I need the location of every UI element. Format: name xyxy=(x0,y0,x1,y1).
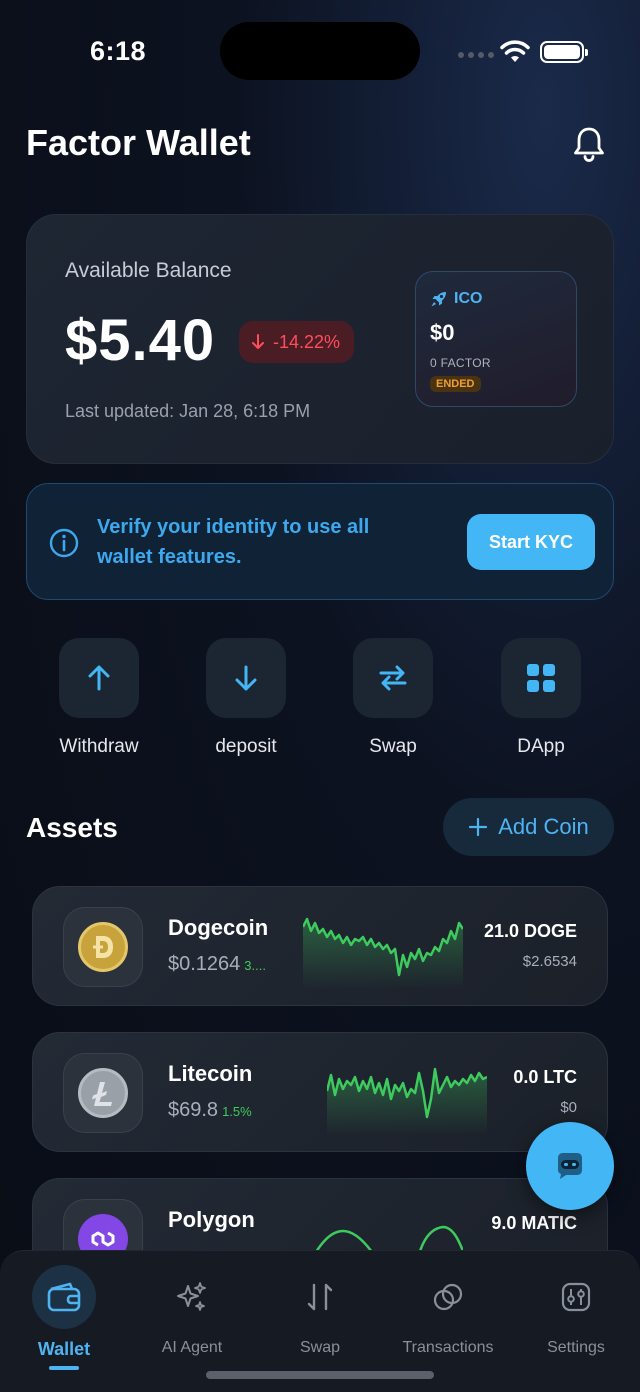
nav-icon-wrap xyxy=(544,1265,608,1329)
nav-item-ai-agent[interactable]: AI Agent xyxy=(128,1265,256,1357)
deposit-button[interactable] xyxy=(206,638,286,718)
nav-icon-wrap xyxy=(416,1265,480,1329)
withdraw-label: Withdraw xyxy=(59,736,139,757)
dynamic-island xyxy=(220,22,420,80)
settings-sliders-icon xyxy=(561,1282,591,1312)
asset-icon-wrap xyxy=(63,1199,143,1250)
nav-label: Settings xyxy=(547,1339,605,1356)
cellular-signal-icon xyxy=(458,52,494,58)
litecoin-icon xyxy=(78,1068,128,1118)
price-sparkline xyxy=(327,1067,487,1135)
nav-item-settings[interactable]: Settings xyxy=(512,1265,640,1357)
nav-item-swap[interactable]: Swap xyxy=(256,1265,384,1357)
add-coin-label: Add Coin xyxy=(498,814,589,839)
last-updated: Last updated: Jan 28, 6:18 PM xyxy=(65,401,311,421)
arrow-down-icon xyxy=(252,334,264,349)
nav-label: Wallet xyxy=(37,1339,91,1359)
arrow-down-icon xyxy=(235,665,257,691)
wallet-icon xyxy=(47,1282,81,1312)
price-sparkline xyxy=(303,917,463,989)
deposit-label: deposit xyxy=(215,736,277,757)
ico-factor: 0 FACTOR xyxy=(430,356,491,370)
notification-bell-icon[interactable] xyxy=(572,126,606,162)
asset-card-litecoin[interactable]: Litecoin $69.8 1.5% 0.0 LTC $0 xyxy=(32,1032,608,1152)
ico-card[interactable]: ICO $0 0 FACTOR ENDED xyxy=(415,271,577,407)
swap-action[interactable]: Swap xyxy=(333,638,453,758)
chat-bot-icon xyxy=(558,1153,582,1179)
balance-label: Available Balance xyxy=(65,259,232,282)
asset-amount: 9.0 MATIC xyxy=(491,1213,577,1233)
asset-icon-wrap xyxy=(63,907,143,987)
ico-status-badge: ENDED xyxy=(430,376,481,392)
nav-item-transactions[interactable]: Transactions xyxy=(384,1265,512,1357)
home-indicator xyxy=(206,1371,434,1379)
dapp-action[interactable]: DApp xyxy=(481,638,601,758)
asset-change: 1.5% xyxy=(222,1104,252,1119)
swap-vertical-icon xyxy=(307,1283,333,1311)
assets-title: Assets xyxy=(26,812,118,843)
asset-icon-wrap xyxy=(63,1053,143,1133)
asset-name: Polygon xyxy=(168,1207,255,1232)
asset-amount: 0.0 LTC xyxy=(513,1067,577,1087)
kyc-banner: Verify your identity to use all wallet f… xyxy=(26,483,614,600)
ico-label: ICO xyxy=(454,290,483,307)
dogecoin-icon xyxy=(78,922,128,972)
asset-card-polygon[interactable]: Polygon 9.0 MATIC xyxy=(32,1178,608,1250)
plus-icon xyxy=(469,817,488,837)
asset-card-dogecoin[interactable]: Dogecoin $0.1264 3.... 21.0 DOGE $2.6534 xyxy=(32,886,608,1006)
rocket-icon xyxy=(431,292,446,307)
coins-icon xyxy=(433,1283,463,1311)
nav-icon-wrap xyxy=(288,1265,352,1329)
balance-card: Available Balance $5.40 -14.22% Last upd… xyxy=(26,214,614,464)
arrow-up-icon xyxy=(88,665,110,691)
info-icon xyxy=(49,528,79,558)
asset-name: Dogecoin xyxy=(168,915,269,940)
page-title: Factor Wallet xyxy=(26,122,251,163)
bottom-nav: Wallet AI Agent Swap Transactions Settin… xyxy=(0,1250,640,1392)
asset-price-value: $69.8 xyxy=(168,1099,219,1121)
asset-change: 3.... xyxy=(244,958,266,973)
withdraw-action[interactable]: Withdraw xyxy=(39,638,159,758)
asset-price-value: $0.1264 xyxy=(168,953,241,975)
dapp-label: DApp xyxy=(517,736,565,757)
wifi-icon xyxy=(500,40,530,62)
dapp-button[interactable] xyxy=(501,638,581,718)
asset-value: $2.6534 xyxy=(522,953,577,970)
sparkles-icon xyxy=(177,1282,206,1311)
withdraw-button[interactable] xyxy=(59,638,139,718)
add-coin-button[interactable]: Add Coin xyxy=(443,798,614,856)
nav-icon-wrap xyxy=(32,1265,96,1329)
active-tab-indicator xyxy=(49,1366,79,1370)
nav-icon-wrap xyxy=(160,1265,224,1329)
balance-change-badge: -14.22% xyxy=(239,321,355,363)
ai-chat-button[interactable] xyxy=(526,1122,614,1210)
asset-value: $0 xyxy=(560,1099,577,1116)
nav-item-wallet[interactable]: Wallet xyxy=(0,1265,128,1370)
start-kyc-button[interactable]: Start KYC xyxy=(467,514,595,570)
swap-label: Swap xyxy=(369,736,417,757)
nav-label: AI Agent xyxy=(161,1339,223,1356)
kyc-message: Verify your identity to use all wallet f… xyxy=(97,516,370,568)
ico-header: ICO xyxy=(430,290,482,308)
deposit-action[interactable]: deposit xyxy=(186,638,306,758)
swap-icon xyxy=(379,665,407,691)
status-bar: 6:18 xyxy=(0,0,640,100)
asset-price: $69.8 1.5% xyxy=(168,1099,252,1122)
grid-icon xyxy=(527,664,555,692)
swap-button[interactable] xyxy=(353,638,433,718)
nav-label: Transactions xyxy=(402,1339,494,1356)
balance-value: $5.40 xyxy=(65,308,216,373)
price-sparkline xyxy=(315,1225,463,1250)
asset-name: Litecoin xyxy=(168,1061,253,1086)
battery-icon xyxy=(540,41,588,63)
nav-label: Swap xyxy=(299,1339,341,1356)
polygon-icon xyxy=(78,1214,128,1250)
asset-amount: 21.0 DOGE xyxy=(483,921,577,941)
asset-price: $0.1264 3.... xyxy=(168,953,266,976)
ico-value: $0 xyxy=(430,320,455,345)
status-time: 6:18 xyxy=(90,36,147,66)
balance-change-value: -14.22% xyxy=(273,331,341,352)
